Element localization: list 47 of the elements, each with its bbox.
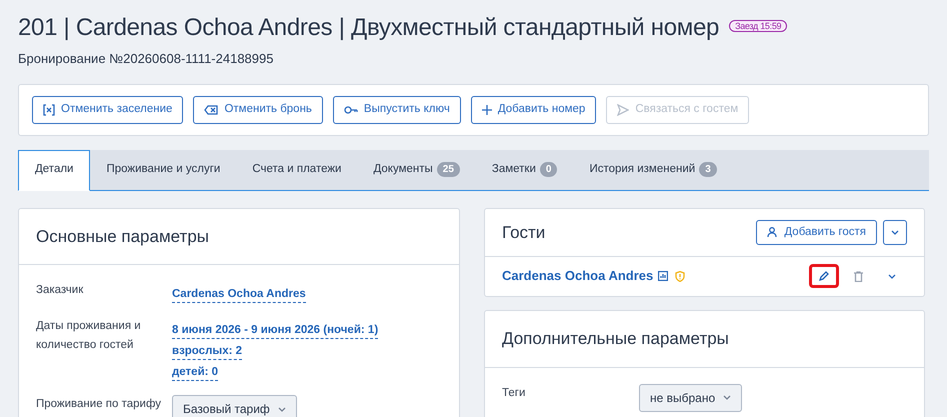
field-label: Даты проживания и количество гостей	[36, 319, 142, 354]
action-button[interactable]: Добавить номер	[470, 96, 596, 124]
add-guest-button[interactable]: Добавить гостя	[756, 220, 877, 245]
shield-icon	[675, 270, 686, 282]
action-button[interactable]: Отменить бронь	[193, 96, 323, 124]
field-label: Заказчик	[36, 283, 84, 298]
value-link[interactable]: взрослых: 2	[172, 344, 242, 360]
tab[interactable]: Проживание и услуги	[90, 150, 236, 190]
count-badge: 3	[699, 162, 717, 178]
pencil-icon	[819, 271, 829, 282]
field-label: Теги	[502, 386, 526, 401]
tab[interactable]: Детали	[18, 150, 90, 191]
tab[interactable]: Документы 25	[357, 150, 476, 190]
guest-name-link[interactable]: Cardenas Ochoa Andres	[502, 266, 654, 286]
panel-title: Гости	[502, 222, 546, 244]
value-link[interactable]: детей: 0	[172, 365, 218, 382]
caret-icon	[278, 406, 286, 412]
field-label: Проживание по тарифу	[36, 397, 162, 412]
checkin-badge: Заезд 15:59	[729, 20, 788, 32]
chevron-icon	[888, 274, 896, 279]
plus-icon	[482, 104, 492, 115]
panel-title: Дополнительные параметры	[485, 311, 924, 368]
panel-title: Основные параметры	[19, 208, 459, 266]
send-icon	[617, 104, 630, 116]
action-button[interactable]: Выпустить ключ	[332, 96, 461, 124]
action-button[interactable]: Отменить заселение	[32, 96, 184, 124]
value-link[interactable]: Cardenas Ochoa Andres	[172, 287, 306, 304]
chevron-icon	[891, 230, 899, 235]
trash-icon	[854, 270, 862, 282]
backspace-icon	[204, 104, 218, 116]
bracket-x-icon	[43, 104, 55, 116]
value-link[interactable]: 8 июня 2026 - 9 июня 2026 (ночей: 1)	[172, 323, 378, 340]
booking-number: Бронирование №20260608-1111-24188995	[18, 50, 274, 68]
select-dropdown[interactable]: не выбрано	[639, 384, 742, 412]
chart-icon	[658, 271, 668, 282]
tab[interactable]: Заметки 0	[476, 150, 574, 190]
count-badge: 0	[540, 162, 558, 178]
count-badge: 25	[436, 162, 460, 178]
tab[interactable]: История изменений 3	[573, 150, 733, 190]
select-dropdown[interactable]: Базовый тариф	[172, 395, 297, 417]
key-icon	[344, 104, 358, 115]
title-text: 201 | Cardenas Ochoa Andres | Двухместный стандартный номер	[18, 14, 720, 41]
edit-button[interactable]	[809, 264, 839, 288]
tab[interactable]: Счета и платежи	[236, 150, 358, 190]
dropdown-button[interactable]	[883, 220, 907, 245]
caret-icon	[723, 395, 732, 400]
person-icon	[767, 226, 778, 238]
